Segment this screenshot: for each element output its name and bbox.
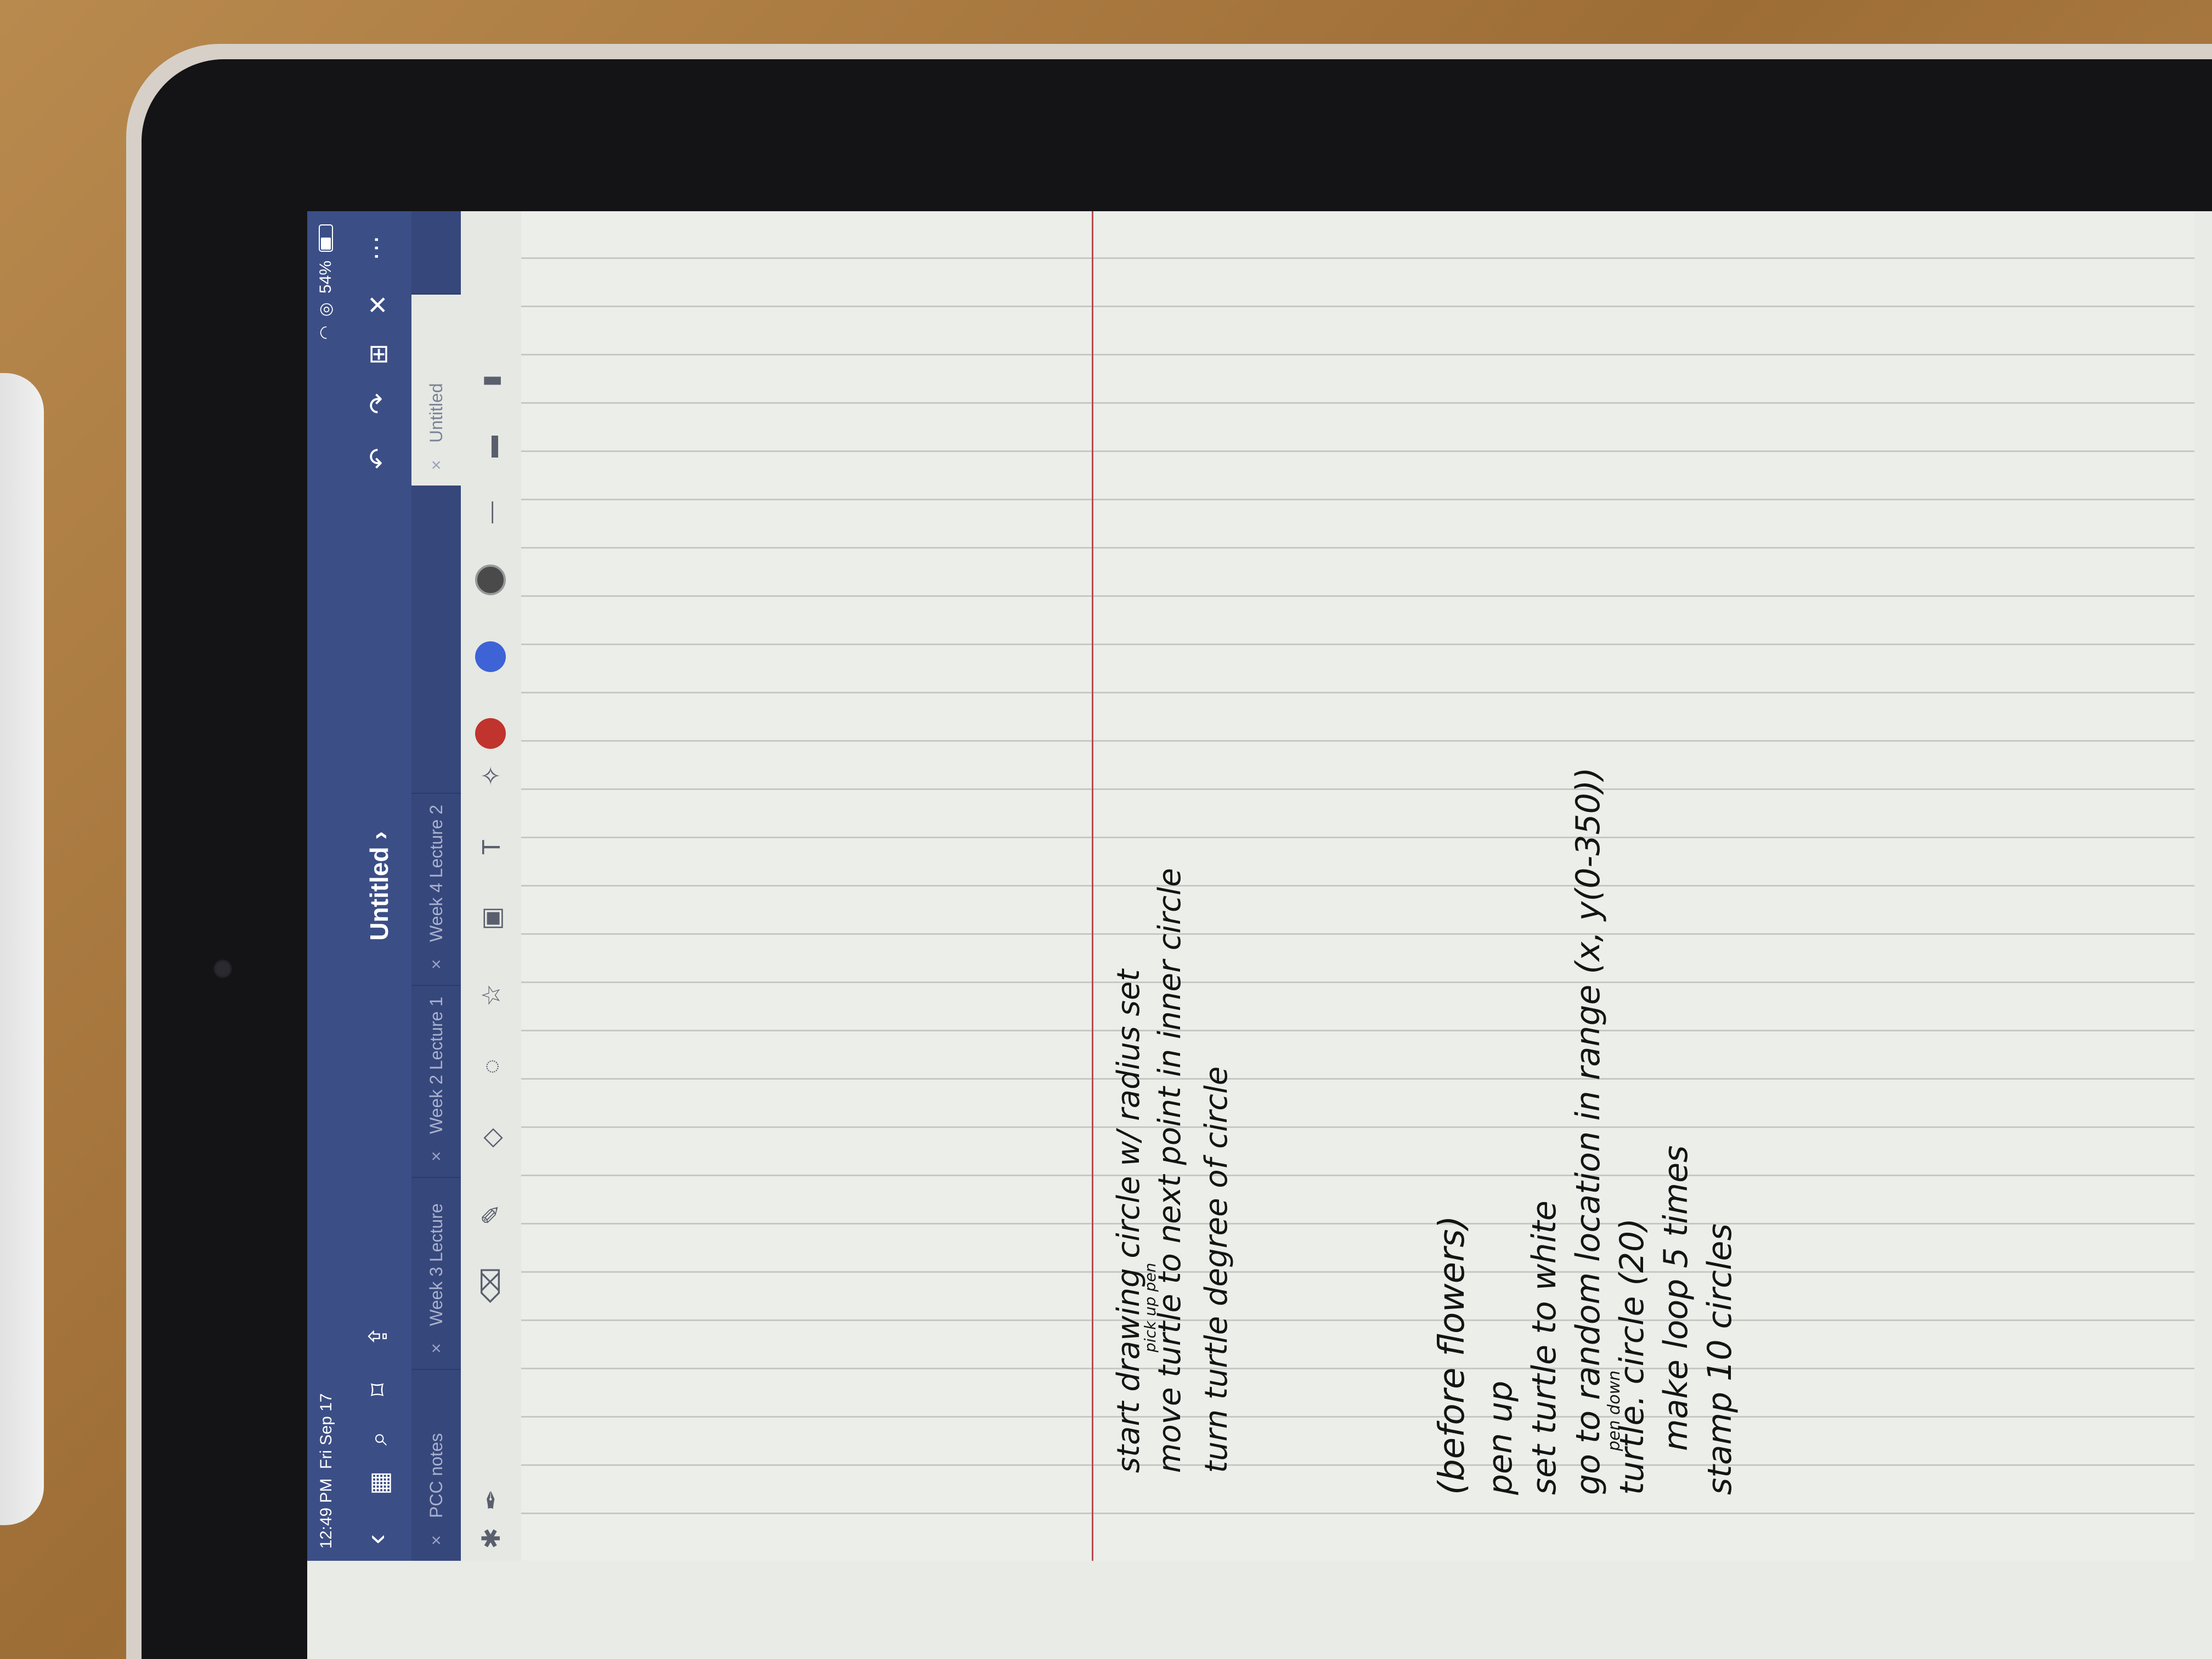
close-icon[interactable]: × <box>411 959 461 969</box>
handwritten-line: move turtle to next point in inner circl… <box>1152 868 1188 1473</box>
battery-icon <box>318 224 333 252</box>
eraser-icon[interactable]: ⌫ <box>474 1267 508 1303</box>
highlighter-icon[interactable]: ✎ <box>474 1198 508 1232</box>
tab-week-2-lecture-1[interactable]: × Week 2 Lecture 1 <box>411 985 461 1177</box>
laser-icon[interactable]: ✧ <box>474 759 508 793</box>
lasso-icon[interactable]: ◌ <box>474 1049 508 1084</box>
bluetooth-icon[interactable]: ✱ <box>474 1521 508 1555</box>
close-icon[interactable]: × <box>411 460 461 470</box>
image-icon[interactable]: ▣ <box>474 901 508 935</box>
margin-line <box>1092 211 1093 1561</box>
sticker-icon[interactable]: ☆ <box>474 978 508 1012</box>
tab-week-4-lecture-2[interactable]: × Week 4 Lecture 2 <box>411 793 461 985</box>
laptop-edge <box>0 373 44 1525</box>
toolbar: ✱ ✒ ⌫ ✎ ◇ ◌ ☆ ▣ T ✧ — ▬ ▮ <box>461 211 522 1561</box>
close-icon[interactable]: × <box>411 1151 461 1161</box>
close-icon[interactable]: × <box>411 1535 461 1545</box>
ipad-screen: 12:49 PM Fri Sep 17 ◠ ◎ 54% ‹ ▦ ⌕ ⌑ ⇪ Un… <box>307 211 2212 1659</box>
color-blue[interactable] <box>475 641 506 672</box>
tab-untitled[interactable]: × Untitled <box>411 294 461 486</box>
color-red[interactable] <box>475 718 506 749</box>
more-icon[interactable]: ⋯ <box>361 235 391 261</box>
tab-bar: × PCC notes × Week 3 Lecture × Week 2 Lectu… <box>411 211 461 1561</box>
undo-icon[interactable]: ↶ <box>363 448 393 469</box>
nav-bar: ‹ ▦ ⌕ ⌑ ⇪ Untitled › ↶ ↷ ⊞ ✕ ⋯ <box>346 211 411 1561</box>
status-bar: 12:49 PM Fri Sep 17 ◠ ◎ 54% <box>307 211 346 1561</box>
close-icon[interactable]: ✕ <box>363 294 393 315</box>
thickness-thin[interactable]: — <box>474 495 508 529</box>
status-indicators: ◠ ◎ 54% <box>316 224 335 340</box>
shapes-icon[interactable]: ◇ <box>474 1121 508 1155</box>
redo-icon[interactable]: ↷ <box>363 393 393 414</box>
thickness-medium[interactable]: ▬ <box>474 430 508 464</box>
pen-icon[interactable]: ✒ <box>474 1483 508 1517</box>
handwritten-line: pen up <box>1481 1380 1520 1495</box>
handwritten-line: turtle. circle (20) <box>1613 1218 1651 1495</box>
handwritten-line: turn turtle degree of circle <box>1199 1066 1234 1473</box>
text-icon[interactable]: T <box>474 830 508 864</box>
note-page[interactable]: start drawing circle w/ radius set pick … <box>521 211 2194 1561</box>
handwritten-line: make loop 5 times <box>1657 1145 1695 1451</box>
status-time: 12:49 PM Fri Sep 17 <box>317 1393 335 1549</box>
tab-week-3-lecture[interactable]: × Week 3 Lecture <box>411 1177 461 1369</box>
location-icon: ◎ <box>317 302 335 317</box>
handwritten-line: set turtle to white <box>1525 1200 1564 1495</box>
handwritten-line: start drawing circle w/ radius set <box>1111 969 1147 1473</box>
add-page-icon[interactable]: ⊞ <box>363 343 393 365</box>
handwritten-line: stamp 10 circles <box>1701 1223 1739 1495</box>
camera-icon <box>213 959 233 979</box>
wifi-icon: ◠ <box>317 325 335 340</box>
notes-app: 12:49 PM Fri Sep 17 ◠ ◎ 54% ‹ ▦ ⌕ ⌑ ⇪ Un… <box>307 211 2194 1561</box>
battery-label: 54% <box>316 261 335 294</box>
handwritten-line: go to random location in range (x, y(0-3… <box>1569 767 1607 1495</box>
canvas-area[interactable]: start drawing circle w/ radius set pick … <box>521 211 2194 1561</box>
handwritten-line: (before flowers) <box>1432 1215 1472 1495</box>
close-icon[interactable]: × <box>411 1343 461 1353</box>
color-gray[interactable] <box>475 565 506 595</box>
thickness-thick[interactable]: ▮ <box>474 364 508 398</box>
tab-pcc-notes[interactable]: × PCC notes <box>411 1369 461 1561</box>
